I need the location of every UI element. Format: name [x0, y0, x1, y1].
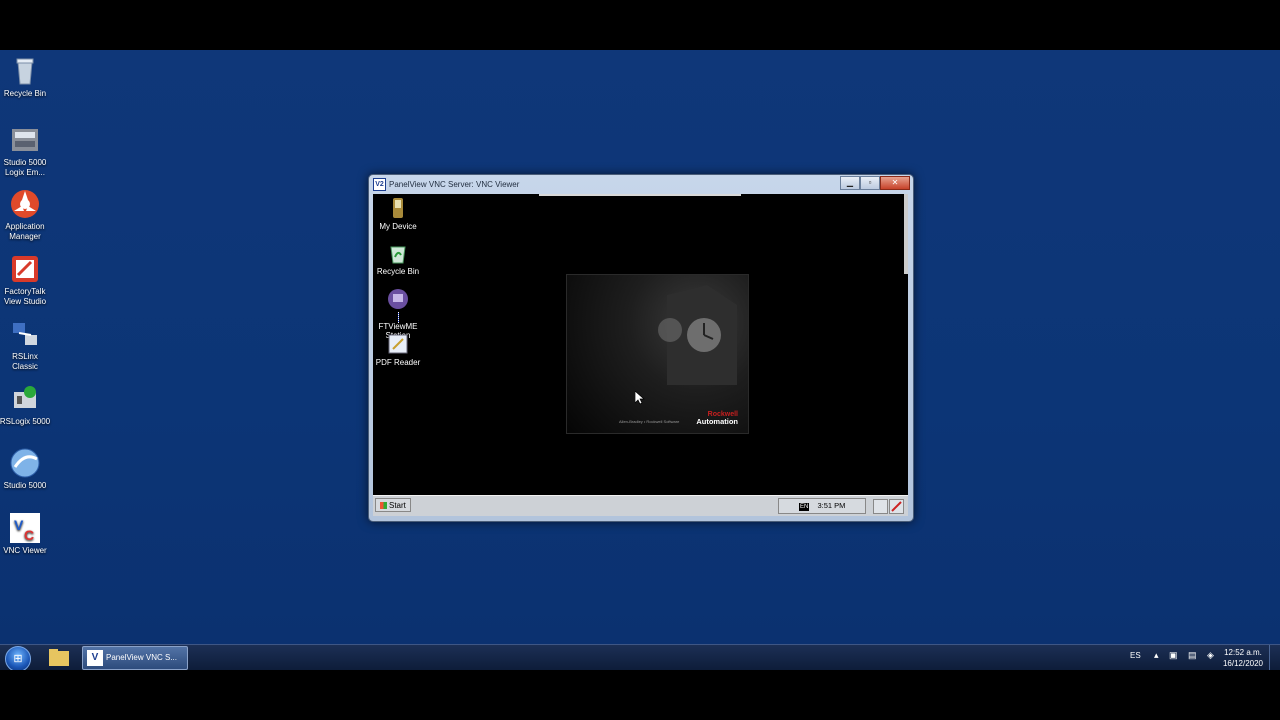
remote-icon-pdf-reader[interactable]: PDF Reader [373, 333, 423, 367]
minimize-button[interactable]: ▁ [840, 176, 860, 190]
desktop-icon-rslogix[interactable]: RSLogix 5000 [0, 384, 57, 427]
studio5000-emulate-icon [10, 125, 40, 155]
pdf-reader-icon [387, 333, 409, 355]
desktop-icon-application-manager[interactable]: Application Manager [0, 189, 57, 242]
application-manager-icon [10, 189, 40, 219]
remote-icon-my-device[interactable]: My Device [373, 197, 423, 231]
windows-flag-icon [380, 502, 387, 510]
studio5000-icon [10, 448, 40, 478]
window-title: PanelView VNC Server: VNC Viewer [389, 180, 520, 189]
desktop-icon-factorytalk-view[interactable]: FactoryTalk View Studio [0, 254, 57, 307]
window-titlebar[interactable]: V2 PanelView VNC Server: VNC Viewer [373, 177, 903, 193]
show-desktop-button[interactable] [1269, 645, 1280, 671]
remote-taskbar: Start EN 3:51 PM [373, 495, 908, 516]
remote-screen[interactable]: My Device Recycle Bin FTViewME Station P… [373, 194, 908, 516]
desktop-icon-studio5000[interactable]: Studio 5000 [0, 448, 57, 491]
clock-tower-image [658, 285, 737, 385]
folder-icon [49, 649, 69, 666]
svg-text:C: C [24, 527, 34, 543]
remote-icon-recycle-bin[interactable]: Recycle Bin [373, 242, 423, 276]
notification-tray[interactable]: ▴ ▣ ▤ ◈ [1154, 650, 1218, 661]
svg-text:V: V [14, 517, 24, 533]
factorytalk-view-icon [10, 254, 40, 284]
system-clock[interactable]: 12:52 a.m. 16/12/2020 [1218, 647, 1268, 669]
desktop-toggle-icon[interactable] [873, 499, 888, 514]
desktop-icon-rslinx[interactable]: RSLinx Classic [0, 319, 57, 372]
remote-start-button[interactable]: Start [375, 498, 411, 512]
desktop-icon-studio5000-emulate[interactable]: Studio 5000 Logix Em... [0, 125, 57, 178]
rslinx-icon [10, 319, 40, 349]
remote-tray: EN 3:51 PM [778, 498, 866, 514]
letterbox-bottom [0, 670, 1280, 720]
start-orb-button[interactable]: ⊞ [5, 646, 31, 672]
vnc-taskbar-button[interactable]: V PanelView VNC S... [82, 646, 188, 670]
language-indicator[interactable]: ES [1130, 651, 1141, 660]
explorer-taskbar-button[interactable] [40, 646, 78, 670]
desktop-icon-recycle-bin[interactable]: Recycle Bin [0, 56, 57, 99]
rslogix-icon [10, 384, 40, 414]
remote-recycle-bin-icon [387, 242, 409, 264]
vertical-scrollbar[interactable] [904, 194, 908, 274]
close-button[interactable]: ✕ [880, 176, 910, 190]
lang-indicator[interactable]: EN [799, 503, 810, 511]
window-controls: ▁ ▫ ✕ [840, 176, 910, 190]
vnc-viewer-window[interactable]: V2 PanelView VNC Server: VNC Viewer ▁ ▫ ✕… [368, 174, 914, 522]
windows-taskbar: ⊞ V PanelView VNC S... ES ▴ ▣ ▤ ◈ 12:52 a… [0, 644, 1280, 672]
ftviewme-icon [387, 288, 409, 310]
vnc-task-icon: V [87, 649, 103, 666]
desktop-icon-vnc-viewer[interactable]: VC VNC Viewer [0, 513, 57, 556]
splash-screen: Allen-Bradley • Rockwell Software Rockwe… [566, 274, 749, 434]
rockwell-logo: Rockwell Automation [696, 411, 738, 426]
pen-icon[interactable] [889, 499, 904, 514]
maximize-button[interactable]: ▫ [860, 176, 880, 190]
vnc-viewer-icon: VC [10, 513, 40, 543]
letterbox-top [0, 0, 1280, 50]
vnc-title-icon: V2 [373, 178, 386, 192]
remote-clock: 3:51 PM [817, 501, 846, 510]
mouse-cursor-icon [635, 391, 645, 405]
recycle-bin-icon [10, 56, 40, 86]
allen-bradley-text: Allen-Bradley • Rockwell Software [619, 419, 680, 424]
loading-bar [539, 194, 741, 196]
device-icon [387, 197, 409, 219]
